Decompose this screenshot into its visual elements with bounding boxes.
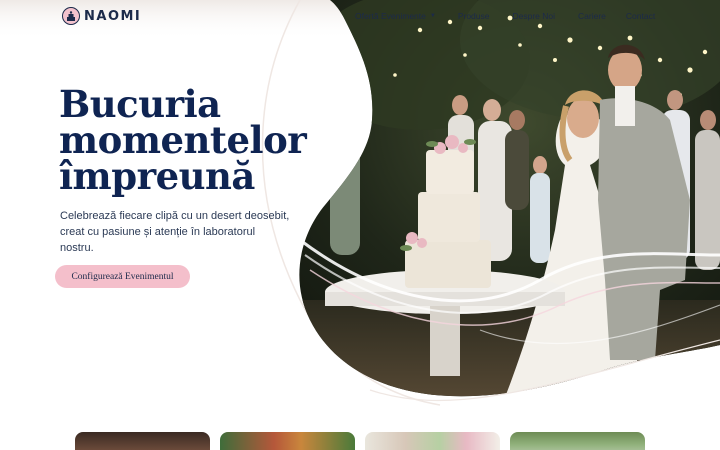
event-card-flowers[interactable]	[365, 432, 500, 450]
hero-subtitle-line: creat cu pasiune și atenție în laborator…	[60, 226, 256, 238]
nav-item-despre-noi[interactable]: Despre Noi	[513, 11, 556, 21]
hero-subtitle-line: Celebrează fiecare clipă cu un desert de…	[60, 210, 290, 222]
nav-item-oferta-evenimente[interactable]: Ofertă Evenimente ▼	[355, 11, 436, 21]
hero-subtitle: Celebrează fiecare clipă cu un desert de…	[60, 208, 310, 256]
hero-image	[0, 0, 720, 406]
hero-title: Bucuria momentelor împreună	[59, 82, 319, 198]
nav-item-label: Contact	[625, 11, 656, 21]
nav-item-label: Ofertă Evenimente	[355, 11, 426, 21]
hero-title-line: împreună	[59, 154, 255, 198]
nav-item-label: Despre Noi	[512, 11, 556, 21]
nav-item-label: Produse	[457, 11, 490, 21]
hero-title-line: Bucuria	[59, 82, 221, 126]
nav-item-cariere[interactable]: Cariere	[578, 11, 606, 21]
brand-name: NAOMI	[84, 8, 142, 24]
site-header: NAOMI Ofertă Evenimente ▼ Produse Despre…	[0, 0, 720, 34]
nav-item-produse[interactable]: Produse	[458, 11, 490, 21]
event-card-dessert[interactable]	[75, 432, 210, 450]
hero-title-line: momentelor	[59, 118, 307, 162]
nav-item-label: Cariere	[578, 11, 606, 21]
hero-subtitle-line: nostru.	[60, 242, 94, 254]
event-card-garden[interactable]	[510, 432, 645, 450]
brand-logo[interactable]: NAOMI	[62, 7, 141, 25]
nav-item-contact[interactable]: Contact	[626, 11, 655, 21]
chevron-down-icon: ▼	[429, 13, 436, 19]
event-card-cupcakes[interactable]	[220, 432, 355, 450]
event-cards	[75, 432, 645, 450]
configure-event-button[interactable]: Configurează Evenimentul	[55, 265, 190, 288]
main-nav: Ofertă Evenimente ▼ Produse Despre Noi C…	[355, 11, 655, 21]
cake-icon	[62, 7, 80, 25]
